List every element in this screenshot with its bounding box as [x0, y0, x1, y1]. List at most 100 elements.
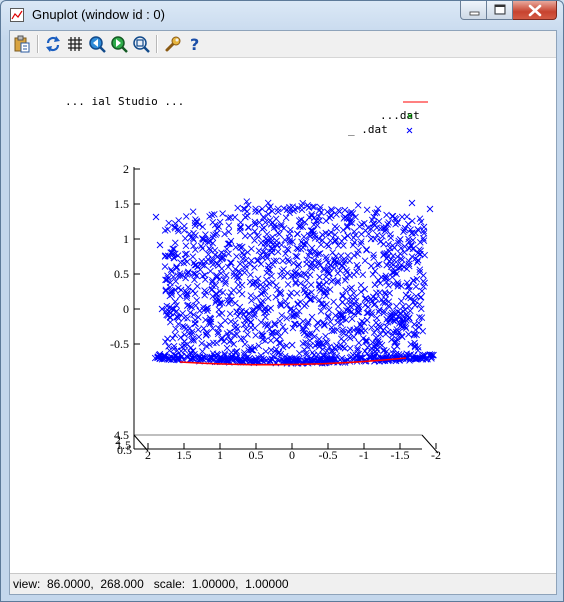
scatter-point [283, 302, 291, 309]
scatter-point [152, 213, 160, 221]
svg-text:?: ? [190, 35, 199, 53]
scatter-point [341, 206, 349, 214]
scatter-point [169, 334, 177, 342]
scatter-point [278, 241, 285, 249]
scatter-point [350, 289, 358, 297]
scatter-point [251, 264, 258, 271]
scatter-point [329, 249, 337, 256]
scatter-point [280, 224, 288, 232]
scatter-point [272, 293, 280, 301]
legend-marker-3 [406, 127, 413, 134]
close-button[interactable] [513, 1, 557, 20]
scatter-point [325, 306, 333, 314]
plot-svg[interactable]: ... ial Studio ... _ .dat ...dat 2 1.5 1 0.… [10, 57, 556, 573]
scatter-point [377, 238, 385, 245]
scatter-point [403, 213, 411, 220]
scatter-point [339, 292, 346, 300]
scatter-point [156, 241, 164, 249]
scatter-point [306, 271, 314, 279]
scatter-point [235, 274, 243, 281]
options-wrench-icon[interactable] [164, 35, 182, 53]
scatter-point [376, 279, 384, 287]
copy-clipboard-icon[interactable] [13, 35, 31, 53]
scatter-point [262, 348, 270, 355]
scatter-point [339, 226, 347, 234]
scatter-point [191, 316, 199, 324]
zoom-previous-icon[interactable] [88, 35, 106, 53]
maximize-button[interactable] [487, 1, 513, 20]
scatter-point [200, 325, 208, 332]
scatter-point [225, 222, 233, 229]
scatter-point [176, 292, 184, 300]
replot-icon[interactable] [44, 35, 62, 53]
scatter-point [370, 251, 377, 259]
scatter-point [387, 263, 395, 270]
scatter-point [320, 281, 327, 288]
x-tick-label-7: -1.5 [391, 448, 410, 462]
scatter-point [405, 303, 413, 310]
scatter-point [194, 326, 202, 334]
scatter-point [363, 316, 371, 324]
scatter-point [294, 300, 302, 308]
scatter-point [412, 292, 420, 300]
gnuplot-app-icon[interactable] [10, 8, 24, 22]
scatter-point [388, 273, 396, 281]
scatter-point [383, 261, 391, 269]
scatter-point [162, 286, 170, 294]
x-tick-label-4: 0 [289, 448, 295, 462]
scatter-point [241, 340, 249, 348]
scatter-point [328, 324, 336, 331]
scatter-points [151, 198, 437, 367]
scatter-point [295, 261, 303, 268]
scatter-point [177, 286, 185, 294]
scatter-point [236, 287, 243, 295]
scatter-point [273, 336, 280, 343]
scatter-point [371, 281, 379, 289]
zoom-next-icon[interactable] [110, 35, 128, 53]
plot-canvas[interactable]: ... ial Studio ... _ .dat ...dat 2 1.5 1 0.… [10, 57, 556, 573]
scatter-point [258, 205, 266, 213]
scatter-point [359, 271, 367, 279]
scatter-point [363, 206, 371, 214]
caption-buttons [460, 1, 557, 21]
scatter-point [218, 265, 226, 272]
scatter-point [257, 239, 265, 247]
scatter-point [227, 318, 235, 325]
scatter-point [197, 242, 205, 250]
scatter-point [420, 223, 428, 231]
scatter-point [316, 273, 323, 281]
title-bar[interactable]: Gnuplot (window id : 0) [1, 1, 563, 29]
scatter-point [313, 325, 320, 332]
scatter-point [293, 289, 301, 297]
z-tick-label-5: -0.5 [110, 337, 129, 351]
scatter-point [235, 281, 242, 289]
scatter-point [264, 199, 272, 207]
scatter-point [181, 331, 188, 339]
scatter-point [369, 270, 377, 278]
scatter-point [344, 232, 352, 240]
scatter-point [417, 294, 424, 301]
scatter-point [373, 314, 381, 322]
unzoom-icon[interactable] [132, 35, 150, 53]
z-tick-label-4: 0 [123, 302, 129, 316]
series-blue [151, 198, 437, 367]
scatter-point [213, 339, 220, 347]
toolbar: ? [10, 31, 556, 58]
scatter-point [267, 203, 274, 210]
help-icon[interactable]: ? [186, 35, 204, 53]
scatter-point [285, 258, 293, 265]
scatter-point [180, 222, 188, 230]
scatter-point [373, 346, 381, 354]
scatter-point [225, 240, 233, 248]
scatter-point [399, 303, 407, 310]
scatter-point [223, 245, 231, 253]
scatter-point [351, 294, 359, 301]
gnuplot-window: Gnuplot (window id : 0) ? ... ial Studio… [0, 0, 564, 602]
scatter-point [234, 204, 242, 212]
scatter-point [242, 213, 249, 221]
scatter-point [408, 217, 416, 225]
scatter-point [269, 219, 276, 226]
grid-icon[interactable] [66, 35, 84, 53]
minimize-button[interactable] [460, 1, 487, 20]
scatter-point [345, 297, 352, 305]
